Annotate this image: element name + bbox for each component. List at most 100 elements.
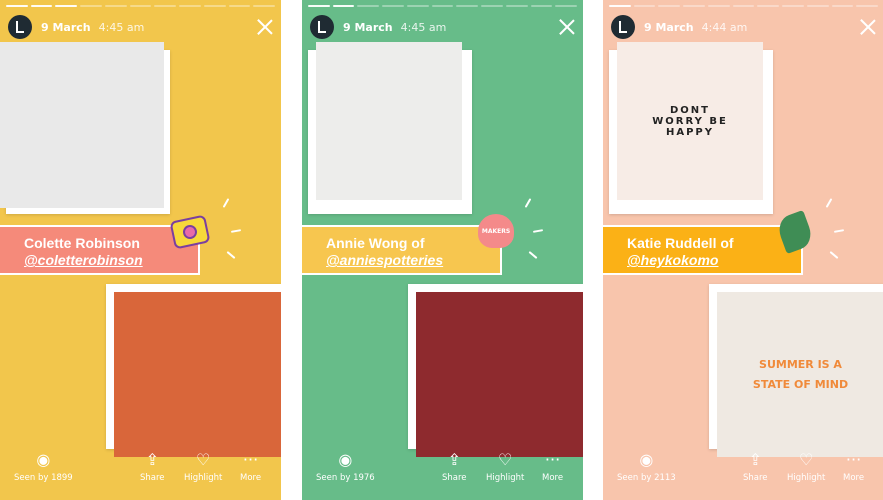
eye-icon: ◉ (36, 449, 51, 469)
progress-segment (6, 5, 28, 7)
camera-sticker (169, 214, 211, 250)
highlight-label: Highlight (787, 473, 826, 483)
seen-count: Seen by 1899 (14, 473, 73, 483)
bottom-photo-text: SUMMER IS A STATE OF MIND (752, 357, 849, 391)
highlight-button[interactable]: ♡ Highlight (486, 448, 525, 484)
progress-segment (505, 5, 528, 7)
progress-segment (431, 5, 454, 7)
story-time: 4:44 am (701, 20, 748, 34)
more-label: More (240, 473, 262, 483)
story-header: 9 March 4:44 am (611, 14, 876, 40)
more-button[interactable]: ··· More (843, 448, 865, 484)
story-footer: ◉ Seen by 1976 ⇪ Share ♡ Highlight ··· More (302, 448, 583, 488)
progress-segment (658, 5, 681, 7)
progress-segment (806, 5, 829, 7)
ray-decoration (524, 198, 532, 208)
more-label: More (542, 473, 564, 483)
eye-icon: ◉ (639, 449, 654, 469)
top-photo (0, 42, 164, 208)
progress-segment (782, 5, 804, 7)
bottom-photo (416, 292, 583, 457)
progress-bar (609, 5, 879, 7)
seen-count: Seen by 2113 (617, 473, 676, 483)
seen-by-button[interactable]: ◉ Seen by 1976 (316, 448, 375, 484)
share-icon: ⇪ (748, 449, 762, 469)
share-button[interactable]: ⇪ Share (743, 448, 768, 484)
progress-segment (55, 5, 78, 7)
story-time: 4:45 am (400, 20, 447, 34)
creator-name: Annie Wong of (326, 235, 425, 251)
more-button[interactable]: ··· More (542, 448, 564, 484)
ray-decoration (226, 251, 236, 259)
ray-decoration (532, 229, 544, 233)
seen-by-button[interactable]: ◉ Seen by 1899 (14, 448, 73, 484)
creator-label: Katie Ruddell of @heykokomo (603, 225, 803, 275)
progress-segment (757, 5, 780, 7)
story-panel: 9 March 4:45 am Annie Wong of @anniespot… (302, 0, 583, 500)
seen-by-button[interactable]: ◉ Seen by 2113 (617, 448, 676, 484)
progress-segment (481, 5, 503, 7)
progress-segment (30, 5, 53, 7)
story-time: 4:45 am (98, 20, 145, 34)
eye-icon: ◉ (338, 449, 353, 469)
more-button[interactable]: ··· More (240, 448, 262, 484)
progress-segment (357, 5, 380, 7)
progress-segment (308, 5, 330, 7)
more-label: More (843, 473, 865, 483)
progress-segment (683, 5, 705, 7)
close-icon[interactable] (559, 19, 575, 35)
creator-handle-link[interactable]: @heykokomo (627, 252, 801, 269)
progress-segment (179, 5, 201, 7)
story-date: 9 March (41, 20, 91, 34)
progress-segment (633, 5, 656, 7)
progress-segment (228, 5, 251, 7)
ray-decoration (825, 198, 833, 208)
more-dots-icon: ··· (242, 449, 259, 469)
more-dots-icon: ··· (544, 449, 561, 469)
more-dots-icon: ··· (845, 449, 862, 469)
progress-segment (732, 5, 755, 7)
progress-segment (609, 5, 631, 7)
progress-segment (253, 5, 276, 7)
creator-handle-link[interactable]: @anniespotteries (326, 252, 500, 269)
progress-segment (80, 5, 102, 7)
avatar[interactable] (310, 15, 334, 39)
highlight-heart-icon: ♡ (196, 449, 211, 469)
highlight-button[interactable]: ♡ Highlight (184, 448, 223, 484)
progress-segment (555, 5, 578, 7)
avatar[interactable] (611, 15, 635, 39)
highlight-heart-icon: ♡ (498, 449, 513, 469)
progress-segment (707, 5, 730, 7)
creator-label: Colette Robinson @coletterobinson (0, 225, 200, 275)
creator-name: Katie Ruddell of (627, 235, 734, 251)
story-header: 9 March 4:45 am (310, 14, 575, 40)
progress-segment (129, 5, 152, 7)
progress-segment (456, 5, 479, 7)
progress-segment (831, 5, 854, 7)
story-date: 9 March (343, 20, 393, 34)
avatar[interactable] (8, 15, 32, 39)
top-photo (316, 42, 462, 200)
share-button[interactable]: ⇪ Share (140, 448, 165, 484)
highlight-label: Highlight (486, 473, 525, 483)
creator-handle-link[interactable]: @coletterobinson (24, 252, 198, 269)
bottom-photo (114, 292, 281, 457)
story-date: 9 March (644, 20, 694, 34)
progress-segment (332, 5, 355, 7)
ray-decoration (833, 229, 845, 233)
share-icon: ⇪ (447, 449, 461, 469)
share-button[interactable]: ⇪ Share (442, 448, 467, 484)
close-icon[interactable] (257, 19, 273, 35)
bottom-photo: SUMMER IS A STATE OF MIND (717, 292, 883, 457)
share-icon: ⇪ (145, 449, 159, 469)
close-icon[interactable] (860, 19, 876, 35)
seen-count: Seen by 1976 (316, 473, 375, 483)
progress-segment (104, 5, 127, 7)
progress-bar (6, 5, 276, 7)
highlight-button[interactable]: ♡ Highlight (787, 448, 826, 484)
progress-segment (203, 5, 226, 7)
progress-segment (154, 5, 177, 7)
highlight-label: Highlight (184, 473, 223, 483)
progress-bar (308, 5, 578, 7)
ray-decoration (528, 251, 538, 259)
